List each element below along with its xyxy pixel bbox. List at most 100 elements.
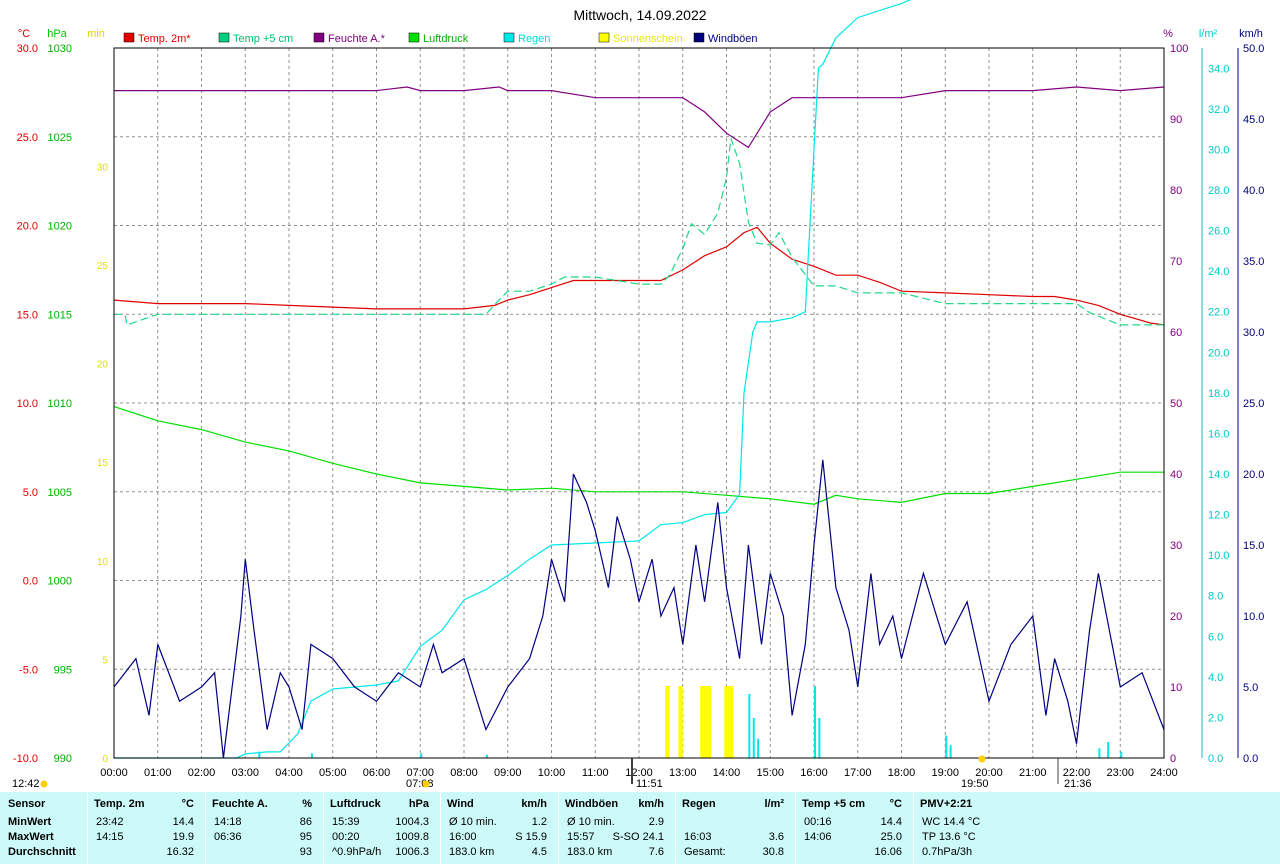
rain-spike	[949, 745, 952, 758]
stats-cell-value: 16.06	[874, 846, 902, 858]
humidity-tick: 90	[1170, 114, 1182, 126]
sunshine-tick: 15	[97, 458, 109, 469]
stats-separator	[675, 792, 676, 864]
stats-column-4: Windböen km/h Ø 10 min. 2.9 15:57 S-SO 24.1 18…	[559, 792, 674, 864]
sunshine-tick: 10	[97, 557, 109, 568]
humidity-tick: 40	[1170, 469, 1182, 481]
wind-axis-unit: km/h	[1239, 28, 1263, 40]
humidity-tick: 60	[1170, 327, 1182, 339]
legend-label-4: Regen	[518, 33, 550, 45]
stats-row-label: MaxWert	[8, 831, 54, 843]
stats-cell-value: 1004.3	[395, 816, 429, 828]
stats-row-labels: Sensor MinWert MaxWert Durchschnitt	[8, 792, 88, 864]
rain-tick: 4.0	[1208, 672, 1223, 684]
sunshine-tick: 25	[97, 261, 109, 272]
wind-tick: 0.0	[1243, 753, 1258, 765]
legend-swatch-1	[218, 32, 230, 43]
wind-tick: 50.0	[1243, 43, 1264, 55]
noon-label: 11:51	[636, 778, 663, 790]
stats-cell-value: 1006.3	[395, 846, 429, 858]
time-tick: 09:00	[494, 767, 522, 779]
wind-tick: 5.0	[1243, 682, 1258, 694]
pressure-tick: 995	[54, 664, 72, 676]
rain-spike	[310, 753, 313, 758]
pressure-tick: 1005	[48, 487, 72, 499]
humidity-tick: 80	[1170, 185, 1182, 197]
stats-column-6: Temp +5 cm °C 00:16 14.4 14:06 25.0 16.06	[796, 792, 912, 864]
stats-cell-value: 3.6	[768, 831, 784, 843]
moonrise-icon	[40, 780, 48, 788]
rain-spike	[1098, 748, 1101, 758]
time-tick: 13:00	[669, 767, 697, 779]
stats-cell-value: 95	[299, 831, 312, 843]
time-tick: 06:00	[363, 767, 391, 779]
stats-sensor-header: Sensor	[8, 798, 46, 810]
rain-tick: 14.0	[1208, 469, 1229, 481]
sunrise-icon	[422, 780, 430, 788]
stats-separator	[87, 792, 88, 864]
legend-swatch-2	[313, 32, 325, 43]
stats-column-7: PMV+2:21 WC 14.4 °C TP 13.6 °C 0.7hPa/3h	[914, 792, 1034, 864]
stats-cell-value: 86	[299, 816, 312, 828]
time-tick: 05:00	[319, 767, 347, 779]
legend-label-3: Luftdruck	[423, 33, 469, 45]
stats-cell-value: S 15.9	[515, 831, 547, 843]
stats-separator	[323, 792, 324, 864]
wind-tick: 45.0	[1243, 114, 1264, 126]
rain-tick: 12.0	[1208, 510, 1229, 522]
stats-cell-value: 14.4	[880, 816, 902, 828]
stats-cell-label: TP 13.6 °C	[922, 831, 976, 843]
rain-spike	[1107, 742, 1110, 758]
pressure-tick: 1025	[48, 132, 72, 144]
temp-tick: 30.0	[17, 43, 38, 55]
stats-cell-value: S-SO 24.1	[612, 831, 664, 843]
pressure-tick: 1015	[48, 309, 72, 321]
stats-column-3: Wind km/h Ø 10 min. 1.2 16:00 S 15.9 183.0 km 4…	[441, 792, 557, 864]
stats-separator	[795, 792, 796, 864]
sunshine-bar	[700, 686, 712, 758]
chart-title: Mittwoch, 14.09.2022	[573, 7, 706, 23]
stats-column-5: Regen l/m² 16:03 3.6 Gesamt: 30.8	[676, 792, 794, 864]
wind-tick: 15.0	[1243, 540, 1264, 552]
time-tick: 24:00	[1150, 767, 1178, 779]
humidity-tick: 0	[1170, 753, 1176, 765]
temp-tick: 15.0	[17, 309, 38, 321]
stats-cell-value: 93	[299, 846, 312, 858]
sunshine-bar	[678, 686, 683, 758]
chart-legend: Temp. 2m* Temp +5 cm Feuchte A.* Luftdruck R…	[123, 32, 758, 45]
rain-tick: 34.0	[1208, 63, 1229, 75]
time-tick: 00:00	[100, 767, 128, 779]
time-tick: 19:00	[931, 767, 959, 779]
time-tick: 21:00	[1019, 767, 1047, 779]
sunshine-tick: 5	[102, 655, 108, 666]
rain-tick: 22.0	[1208, 307, 1229, 319]
legend-label-2: Feuchte A.*	[328, 33, 386, 45]
stats-row-label: MinWert	[8, 816, 52, 828]
wind-tick: 10.0	[1243, 611, 1264, 623]
temp-tick: 10.0	[17, 398, 38, 410]
stats-separator	[913, 792, 914, 864]
chart-bars	[258, 686, 1123, 758]
rain-spike	[752, 718, 755, 758]
temp-axis-unit: °C	[18, 28, 30, 40]
pressure-tick: 1030	[48, 43, 72, 55]
time-tick: 14:00	[713, 767, 741, 779]
time-tick: 23:00	[1106, 767, 1134, 779]
humidity-tick: 10	[1170, 682, 1182, 694]
stats-cell-value: 25.0	[880, 831, 902, 843]
humidity-axis-unit: %	[1163, 28, 1173, 40]
legend-label-1: Temp +5 cm	[233, 33, 293, 45]
humidity-tick: 30	[1170, 540, 1182, 552]
statistics-panel: Sensor MinWert MaxWert Durchschnitt Temp. 2m…	[0, 792, 1280, 864]
time-tick: 18:00	[888, 767, 916, 779]
wind-tick: 30.0	[1243, 327, 1264, 339]
stats-cell-value: 7.6	[648, 846, 664, 858]
temp-tick: -10.0	[13, 753, 38, 765]
legend-label-6: Windböen	[708, 33, 758, 45]
stats-cell-value: 19.9	[172, 831, 194, 843]
stats-cell-value: 2.9	[648, 816, 664, 828]
stats-separator	[205, 792, 206, 864]
wind-tick: 40.0	[1243, 185, 1264, 197]
stats-column-unit: %	[302, 798, 312, 810]
stats-separator	[558, 792, 559, 864]
